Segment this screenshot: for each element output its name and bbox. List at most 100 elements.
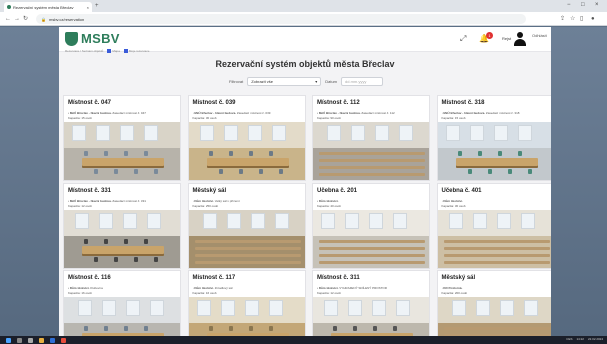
room-card[interactable]: Místnost č. 039 • MěÚ Břeclav - hlavní bu… <box>187 95 306 181</box>
photo-chair <box>517 151 522 156</box>
photo-chair <box>507 169 512 174</box>
room-card-title[interactable]: Místnost č. 318 <box>442 100 485 106</box>
subnav-item-map[interactable]: Mapa <box>107 49 120 54</box>
room-photo[interactable] <box>188 297 305 336</box>
room-photo[interactable] <box>64 297 180 336</box>
room-card-title[interactable]: Místnost č. 117 <box>193 275 236 281</box>
file-explorer-icon[interactable] <box>39 337 44 343</box>
photo-window <box>150 300 164 316</box>
new-tab-button[interactable]: + <box>95 2 99 10</box>
photo-window <box>469 125 484 141</box>
minimize-window-button[interactable]: − <box>567 1 571 9</box>
photo-seat-row <box>194 260 301 264</box>
forward-arrow-icon[interactable]: → <box>14 15 20 23</box>
room-card-title[interactable]: Učebna č. 201 <box>317 188 357 194</box>
photo-chair <box>497 151 502 156</box>
logout-link[interactable]: Odhlásit <box>532 33 547 38</box>
room-card[interactable]: Místnost č. 047 • MěÚ Břeclav - hlavní bu… <box>63 95 181 181</box>
room-card[interactable]: Místnost č. 117 • Dům školství. Zrcadlový… <box>187 270 306 336</box>
room-card-title[interactable]: Místnost č. 039 <box>193 100 236 106</box>
room-card-title[interactable]: Učebna č. 401 <box>442 188 482 194</box>
photo-window <box>271 125 286 141</box>
tray-lang[interactable]: CES <box>566 337 572 341</box>
room-card-title[interactable]: Místnost č. 311 <box>317 275 360 281</box>
room-photo[interactable] <box>437 122 551 180</box>
photo-chair <box>228 326 233 331</box>
room-photo[interactable] <box>188 209 305 268</box>
browser-toolbar: ← → ↻ 🔒 msbv.cz/reservation ⇪ ☆ ▯ ● <box>0 12 607 26</box>
room-photo[interactable] <box>437 209 551 268</box>
room-photo[interactable] <box>64 209 180 268</box>
room-photo[interactable] <box>313 297 429 336</box>
site-logo[interactable]: MSBV <box>65 31 120 46</box>
room-card[interactable]: Místnost č. 331 • MěÚ Břeclav - hlavní bu… <box>63 182 181 269</box>
address-bar[interactable]: 🔒 msbv.cz/reservation <box>36 14 526 24</box>
room-card-title[interactable]: Městský sál <box>442 275 476 281</box>
room-photo[interactable] <box>437 297 551 336</box>
room-photo[interactable] <box>313 122 429 180</box>
sidebar-icon[interactable]: ▯ <box>580 15 583 23</box>
os-taskbar: CES 14:22 22.02.2024 <box>0 336 607 344</box>
expand-icon[interactable]: ⤢ <box>460 34 466 44</box>
room-card-room-desc: VYHRAZENÝ SDÍLENÝ PROSTOR <box>338 286 387 290</box>
room-card-building: Dům školství. <box>69 286 90 290</box>
photo-chair <box>373 326 377 331</box>
close-tab-icon[interactable]: × <box>87 5 92 10</box>
photo-chair <box>527 169 532 174</box>
user-icon[interactable] <box>514 32 526 46</box>
browser-tab[interactable]: Rezervační systém města Břeclav × <box>4 2 92 12</box>
filter-select[interactable]: Zobrazit vše ▾ <box>247 76 322 86</box>
reload-icon[interactable]: ↻ <box>23 15 28 23</box>
profile-icon[interactable]: ● <box>591 15 595 23</box>
room-card-title[interactable]: Místnost č. 047 <box>68 100 111 106</box>
date-input[interactable]: dd.mm.yyyy <box>341 76 384 86</box>
photo-window <box>144 125 158 141</box>
room-card-title[interactable]: Místnost č. 116 <box>68 275 111 281</box>
photo-chair <box>333 326 337 331</box>
map-icon <box>107 49 112 54</box>
room-photo[interactable] <box>188 122 305 180</box>
photo-chair <box>268 151 273 156</box>
maximize-window-button[interactable]: □ <box>581 1 585 9</box>
room-photo[interactable] <box>313 209 429 268</box>
photo-chair <box>124 326 128 331</box>
room-card-building: Dům školství. <box>194 198 214 203</box>
photo-chair <box>258 169 263 174</box>
room-photo[interactable] <box>64 122 180 180</box>
photo-chair <box>144 326 148 331</box>
photo-window <box>202 212 217 229</box>
room-card-title[interactable]: Městský sál <box>193 188 227 194</box>
star-icon[interactable]: ☆ <box>570 15 575 23</box>
room-card-description: • MěÚ Břeclav - hlavní budova. Zasedací … <box>193 111 305 115</box>
room-card[interactable]: Učebna č. 401 • Dům školství. Kapacita: 30… <box>436 182 552 269</box>
photo-chair <box>84 238 88 244</box>
subnav-item-list[interactable]: Rezervace / Seznam objektů <box>65 49 103 53</box>
room-card[interactable]: Učebna č. 201 • Dům školství. Kapacita: 40… <box>312 182 430 269</box>
photo-chair <box>94 169 98 174</box>
taskview-icon[interactable] <box>28 337 33 343</box>
room-card-description: • Dům školství. <box>442 199 552 203</box>
room-card-title[interactable]: Místnost č. 112 <box>317 100 360 106</box>
back-arrow-icon[interactable]: ← <box>5 15 11 23</box>
photo-chair <box>393 326 397 331</box>
share-icon[interactable]: ⇪ <box>560 15 565 23</box>
close-window-button[interactable]: × <box>595 1 599 9</box>
photo-window <box>226 212 241 229</box>
room-card[interactable]: Místnost č. 311 • Dům školství. VYHRAZENÝ… <box>312 270 430 336</box>
room-card[interactable]: Místnost č. 318 • MěÚ Břeclav - hlavní bu… <box>436 95 551 181</box>
subnav-item-my-reservations[interactable]: Moje rezervace <box>123 49 149 54</box>
photo-chair <box>84 151 88 156</box>
chrome-icon[interactable] <box>61 337 66 343</box>
room-card[interactable]: Městský sál • Dům školství. Velký sál v p… <box>187 182 306 269</box>
room-card[interactable]: Městský sál • KD Poštorná. Kapacita: 200 o… <box>436 270 551 336</box>
photo-chair <box>218 169 223 174</box>
photo-window <box>96 125 110 141</box>
room-card-capacity: Kapacita: 30 osob <box>192 116 217 120</box>
edge-icon[interactable] <box>50 337 55 343</box>
room-card[interactable]: Místnost č. 112 • MěÚ Břeclav - hlavní bu… <box>312 95 430 181</box>
room-card[interactable]: Místnost č. 116 • Dům školství. Klubovna K… <box>63 270 181 336</box>
language-selector[interactable]: Rejst <box>502 36 511 41</box>
search-icon[interactable] <box>17 337 22 343</box>
room-card-title[interactable]: Místnost č. 331 <box>68 188 111 194</box>
windows-start-icon[interactable] <box>6 337 11 343</box>
